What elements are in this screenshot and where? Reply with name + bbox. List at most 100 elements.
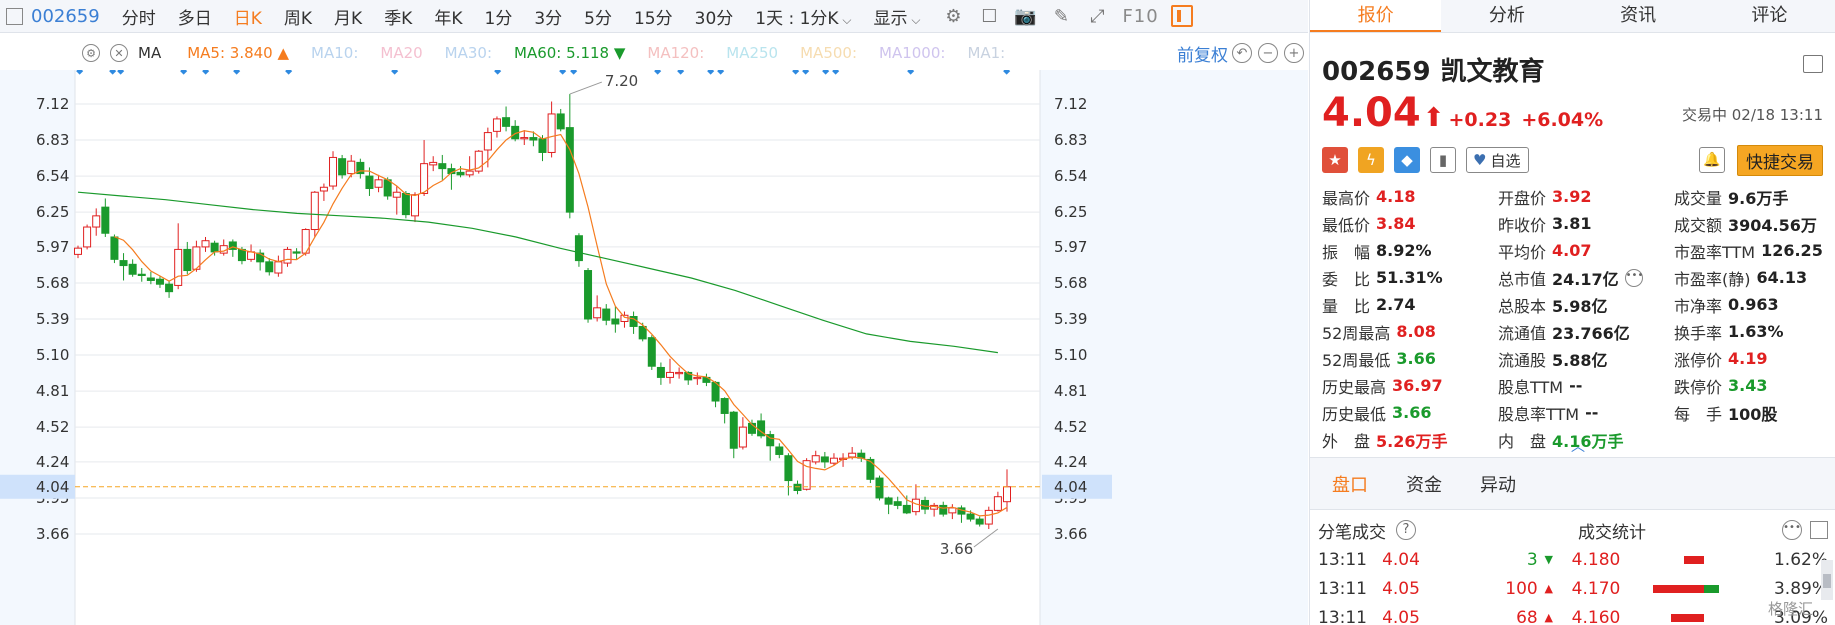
ma-value[interactable]: MA500: [800, 44, 857, 62]
stat-pct: 1.62% [1773, 549, 1828, 570]
candle-body [993, 496, 1002, 511]
sub-tab[interactable]: 异动 [1480, 471, 1516, 497]
candle-body [884, 497, 893, 505]
watchlist-label: 自选 [1490, 151, 1521, 170]
stat-value: 24.17亿 [1552, 269, 1619, 289]
stat-label: 历史最高 [1322, 377, 1387, 397]
stat-label: 量 比 [1322, 296, 1371, 316]
period-tab[interactable]: 15分 [634, 4, 673, 29]
ma-value[interactable]: MA120: [647, 44, 704, 62]
pen-icon[interactable]: ✎ [1050, 5, 1072, 27]
period-tab[interactable]: 周K [284, 4, 312, 29]
period-tab[interactable]: 日K [234, 4, 262, 29]
candle-body [155, 278, 164, 285]
candle-body [893, 501, 902, 506]
more-icon[interactable]: ••• [1782, 520, 1802, 540]
side-tab[interactable]: 分析 [1441, 0, 1572, 32]
ma-value[interactable]: MA10: [311, 44, 358, 62]
candle-body [811, 455, 820, 463]
lightning-icon[interactable]: ϟ [1358, 147, 1384, 173]
candle-body [319, 186, 328, 192]
ma-value[interactable]: MA60: 5.118 ▼ [514, 44, 625, 62]
tick-volume: 68 [1516, 607, 1538, 625]
bookmark-icon[interactable]: ▮ [1430, 147, 1456, 173]
add-watchlist-button[interactable]: ♥ 自选 [1466, 147, 1530, 173]
y-tick-right: 4.52 [1054, 418, 1087, 436]
stat-item: 跌停价 3.43 [1674, 373, 1824, 398]
china-flag-icon[interactable]: ★ [1322, 147, 1348, 173]
undo-icon[interactable]: ↶ [1232, 43, 1252, 63]
tick-time: 13:11 [1318, 607, 1367, 625]
stock-code-label[interactable]: 002659 [31, 6, 100, 27]
scrollbar[interactable] [1821, 560, 1833, 600]
side-tab[interactable]: 报价 [1310, 0, 1442, 32]
tick-time: 13:11 [1318, 549, 1367, 570]
stat-label: 股息率TTM [1498, 404, 1580, 424]
ma-label[interactable]: MA [138, 44, 161, 62]
candle-body [738, 426, 747, 448]
stat-value: 3.66 [1392, 403, 1432, 422]
down-arrow-icon: ▼ [1544, 553, 1553, 566]
sub-tab[interactable]: 盘口 [1332, 471, 1368, 497]
zoom-out-icon[interactable]: − [1258, 43, 1278, 63]
period-tab[interactable]: 1分 [485, 4, 513, 29]
stat-value: 4.19 [1728, 349, 1768, 368]
ma-value[interactable]: MA20 [380, 44, 422, 62]
bell-icon[interactable]: 🔔 [1699, 147, 1725, 173]
f10-button[interactable]: F10 [1122, 6, 1158, 27]
stat-label: 总市值 [1498, 269, 1547, 289]
help-icon[interactable]: ? [1396, 520, 1416, 540]
camera-icon[interactable]: 📷 [1014, 5, 1036, 27]
expand-icon[interactable]: ⤢ [1086, 5, 1108, 27]
period-tab[interactable]: 季K [384, 4, 412, 29]
gear-icon[interactable]: ⚙ [82, 44, 100, 62]
side-tab[interactable]: 评论 [1704, 0, 1835, 32]
square-icon[interactable]: ☐ [978, 5, 1000, 27]
period-tab[interactable]: 30分 [695, 4, 734, 29]
tag-icon[interactable]: ◆ [1394, 147, 1420, 173]
stat-label: 最低价 [1322, 215, 1371, 235]
ma-value[interactable]: MA30: [445, 44, 492, 62]
stat-value: 3.92 [1552, 187, 1592, 206]
period-tab[interactable]: 分时 [122, 4, 156, 29]
ma-value[interactable]: MA5: 3.840 ▲ [187, 44, 289, 62]
stat-value: -- [1585, 403, 1599, 422]
period-tab[interactable]: 3分 [534, 4, 562, 29]
menu-icon[interactable] [1803, 55, 1823, 73]
ma-value[interactable]: MA1000: [879, 44, 945, 62]
stat-label: 昨收价 [1498, 215, 1547, 235]
period-tab[interactable]: 多日 [178, 4, 212, 29]
stat-value: 23.766亿 [1552, 323, 1630, 343]
plot-area [75, 70, 1040, 625]
candle-body [165, 283, 174, 293]
sub-tab[interactable]: 资金 [1406, 471, 1442, 497]
stat-value: 4.07 [1552, 241, 1592, 260]
sell-bar [1703, 584, 1719, 593]
side-tab[interactable]: 资讯 [1573, 0, 1704, 32]
zoom-in-icon[interactable]: + [1284, 43, 1304, 63]
volume-bar [1663, 555, 1764, 564]
quick-trade-button[interactable]: 快捷交易 [1737, 144, 1823, 176]
kline-chart[interactable]: 7.12 7.12 6.83 6.83 6.54 6.54 6.25 6.25 5.97 5.97… [0, 70, 1308, 625]
grid-icon[interactable] [1810, 521, 1828, 539]
close-icon[interactable]: ✕ [110, 44, 128, 62]
stat-label: 换手率 [1674, 323, 1723, 343]
stat-item: 成交额 3904.56万 [1674, 211, 1824, 236]
period-tab[interactable]: 月K [334, 4, 362, 29]
ma-value[interactable]: MA1: [967, 44, 1005, 62]
ma-value[interactable]: MA250 [726, 44, 778, 62]
panel-icon[interactable] [1170, 5, 1193, 27]
collapse-icon[interactable]: ︿ [1571, 436, 1585, 456]
more-icon[interactable]: ••• [1624, 268, 1643, 287]
sidebar-toggle-icon[interactable] [6, 7, 23, 25]
stat-value: 3.43 [1728, 376, 1768, 395]
period-tab[interactable]: 年K [434, 4, 462, 29]
display-menu[interactable]: 显示 [874, 4, 921, 29]
candle-body [984, 509, 993, 525]
adjust-select[interactable]: 前复权 [1177, 41, 1228, 66]
kline-svg[interactable]: 7.12 7.12 6.83 6.83 6.54 6.54 6.25 6.25 5.97 5.97… [0, 70, 1308, 625]
custom-period-select[interactable]: 1天 : 1分K [755, 4, 851, 29]
settings-icon[interactable]: ⚙ [942, 5, 964, 27]
y-tick-right: 5.68 [1054, 274, 1087, 292]
period-tab[interactable]: 5分 [584, 4, 612, 29]
